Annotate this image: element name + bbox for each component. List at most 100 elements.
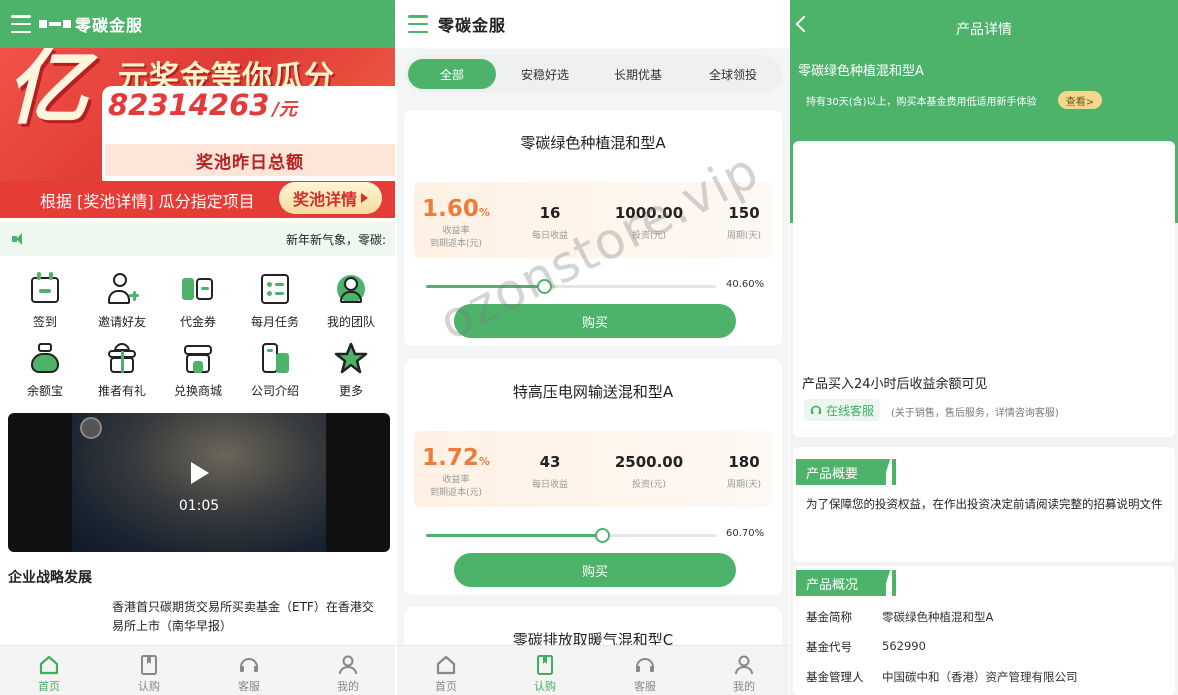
task-list-icon	[258, 272, 292, 306]
earnings-note: 产品买入24小时后收益余额可见	[802, 377, 988, 392]
field-value: 中国碳中和（香港）资产管理有限公司	[882, 670, 1078, 684]
tab-subscribe[interactable]: 认购	[515, 654, 575, 694]
headset-icon	[810, 405, 822, 414]
buy-button[interactable]: 购买	[454, 553, 736, 587]
video-player[interactable]: 01:05	[8, 413, 390, 552]
progress-bar	[426, 528, 716, 543]
field-value: 562990	[882, 639, 926, 653]
rate-label: 收益率	[442, 226, 470, 236]
section-title: 企业战略发展	[8, 570, 92, 586]
notice-bar[interactable]: 新年新气象，零碳:	[0, 222, 395, 256]
grid-label: 兑换商城	[173, 384, 222, 398]
online-service-button[interactable]: 在线客服	[804, 399, 881, 421]
bottom-tabbar: 首页 认购 客服 我的	[0, 645, 395, 695]
speaker-icon	[12, 233, 26, 245]
grid-item-voucher[interactable]: 代金券	[163, 272, 233, 330]
grid-label: 邀请好友	[97, 315, 146, 329]
pool-detail-label: 奖池详情	[292, 190, 357, 209]
pool-detail-button[interactable]: 奖池详情	[279, 182, 382, 214]
prize-amount-unit: /元	[272, 99, 298, 120]
subscribe-icon	[534, 654, 556, 676]
tab-mine[interactable]: 我的	[318, 654, 378, 694]
tab-service[interactable]: 客服	[219, 654, 279, 694]
calendar-check-icon	[28, 272, 62, 306]
earnings-card: 产品买入24小时后收益余额可见 在线客服 (关于销售，售后服务，详情咨询客服)	[793, 141, 1175, 437]
banner-yi: 亿	[6, 48, 88, 136]
period-label: 周期(天)	[726, 231, 762, 241]
overview-card: 产品概要 为了保障您的投资权益，在作出投资决定前请阅读完整的招募说明文件	[793, 447, 1175, 562]
rate-value: 1.72	[422, 445, 479, 471]
voucher-icon	[181, 272, 215, 306]
stat-daily: 43 每日收益	[525, 453, 575, 490]
stat-rate: 1.72% 收益率到期返本(元)	[418, 445, 494, 500]
grid-label: 签到	[32, 315, 57, 329]
prize-banner[interactable]: 亿 元奖金等你瓜分 82314263/元 奖池昨日总额 根据 [奖池详情] 瓜分…	[0, 48, 395, 218]
pool-label: 奖池昨日总额	[105, 144, 395, 176]
rate-sub-label: 到期返本(元)	[429, 488, 483, 498]
invest-label: 投资(元)	[631, 480, 667, 490]
daily-value: 16	[539, 204, 561, 222]
rate-value: 1.60	[422, 196, 479, 222]
tab-label: 客服	[634, 680, 656, 693]
tab-label: 认购	[534, 680, 556, 693]
headset-icon	[634, 654, 656, 676]
tab-label: 首页	[435, 680, 457, 693]
store-icon	[181, 341, 215, 375]
product-name: 特高压电网输送混和型A	[512, 383, 674, 401]
tab-label: 首页	[38, 680, 60, 693]
video-logo-icon	[80, 417, 102, 439]
building-icon	[258, 341, 292, 375]
tab-label: 客服	[238, 680, 260, 693]
grid-item-team[interactable]: 我的团队	[316, 272, 386, 330]
rate-label: 收益率	[442, 475, 470, 485]
field-key: 基金简称	[806, 610, 852, 624]
tab-label: 我的	[337, 680, 359, 693]
logo-icon	[39, 17, 71, 31]
period-label: 周期(天)	[726, 480, 762, 490]
field-value: 零碳绿色种植混和型A	[882, 610, 994, 624]
grid-item-sign-in[interactable]: 签到	[10, 272, 80, 330]
tab-home[interactable]: 首页	[19, 654, 79, 694]
service-label: 在线客服	[826, 403, 875, 418]
grid-item-store[interactable]: 兑换商城	[163, 341, 233, 399]
daily-label: 每日收益	[531, 480, 568, 490]
play-icon[interactable]	[191, 462, 209, 484]
view-button[interactable]: 查看>	[1058, 91, 1102, 109]
grid-item-monthly-task[interactable]: 每月任务	[240, 272, 310, 330]
grid-label: 每月任务	[250, 315, 299, 329]
tab-subscribe[interactable]: 认购	[119, 654, 179, 694]
grid-item-invite[interactable]: 邀请好友	[87, 272, 157, 330]
prize-amount: 82314263/元	[108, 88, 297, 122]
field-key: 基金代号	[806, 640, 852, 654]
service-note: (关于销售，售后服务，详情咨询客服)	[891, 408, 1059, 419]
grid-label: 我的团队	[326, 315, 375, 329]
subscribe-icon	[138, 654, 160, 676]
tab-home[interactable]: 首页	[416, 654, 476, 694]
newbie-tip: 持有30天(含)以上，购买本基金费用低适用新手体验	[806, 97, 1037, 108]
product-stats: 1.72% 收益率到期返本(元) 43 每日收益 2500.00 投资(元) 1…	[414, 431, 772, 507]
grid-item-gift[interactable]: 推者有礼	[87, 341, 157, 399]
user-icon	[337, 654, 359, 676]
filter-all[interactable]: 全部	[408, 59, 496, 89]
product-card[interactable]: 特高压电网输送混和型A 1.72% 收益率到期返本(元) 43 每日收益 250…	[404, 359, 782, 595]
tab-label: 我的	[733, 680, 755, 693]
tab-mine[interactable]: 我的	[714, 654, 774, 694]
invest-value: 2500.00	[614, 453, 684, 471]
overview-title: 产品概要	[806, 466, 859, 482]
menu-icon[interactable]	[11, 15, 31, 33]
grid-item-yuebao[interactable]: 余额宝	[10, 341, 80, 399]
filter-global[interactable]: 全球领投	[689, 59, 777, 89]
news-item[interactable]: 香港首只碳期货交易所买卖基金（ETF）在香港交易所上市（南华早报）	[112, 598, 382, 636]
rate-unit: %	[478, 455, 490, 468]
user-add-icon	[105, 272, 139, 306]
filter-stable[interactable]: 安稳好选	[501, 59, 589, 89]
tab-service[interactable]: 客服	[615, 654, 675, 694]
grid-item-more[interactable]: 更多	[316, 341, 386, 399]
filter-long-term[interactable]: 长期优基	[594, 59, 682, 89]
grid-item-company[interactable]: 公司介绍	[240, 341, 310, 399]
menu-icon[interactable]	[408, 15, 428, 33]
app-title: 零碳金服	[438, 16, 507, 35]
rate-sub-label: 到期返本(元)	[429, 239, 483, 249]
progress-knob	[595, 528, 611, 543]
period-value: 180	[728, 453, 760, 471]
